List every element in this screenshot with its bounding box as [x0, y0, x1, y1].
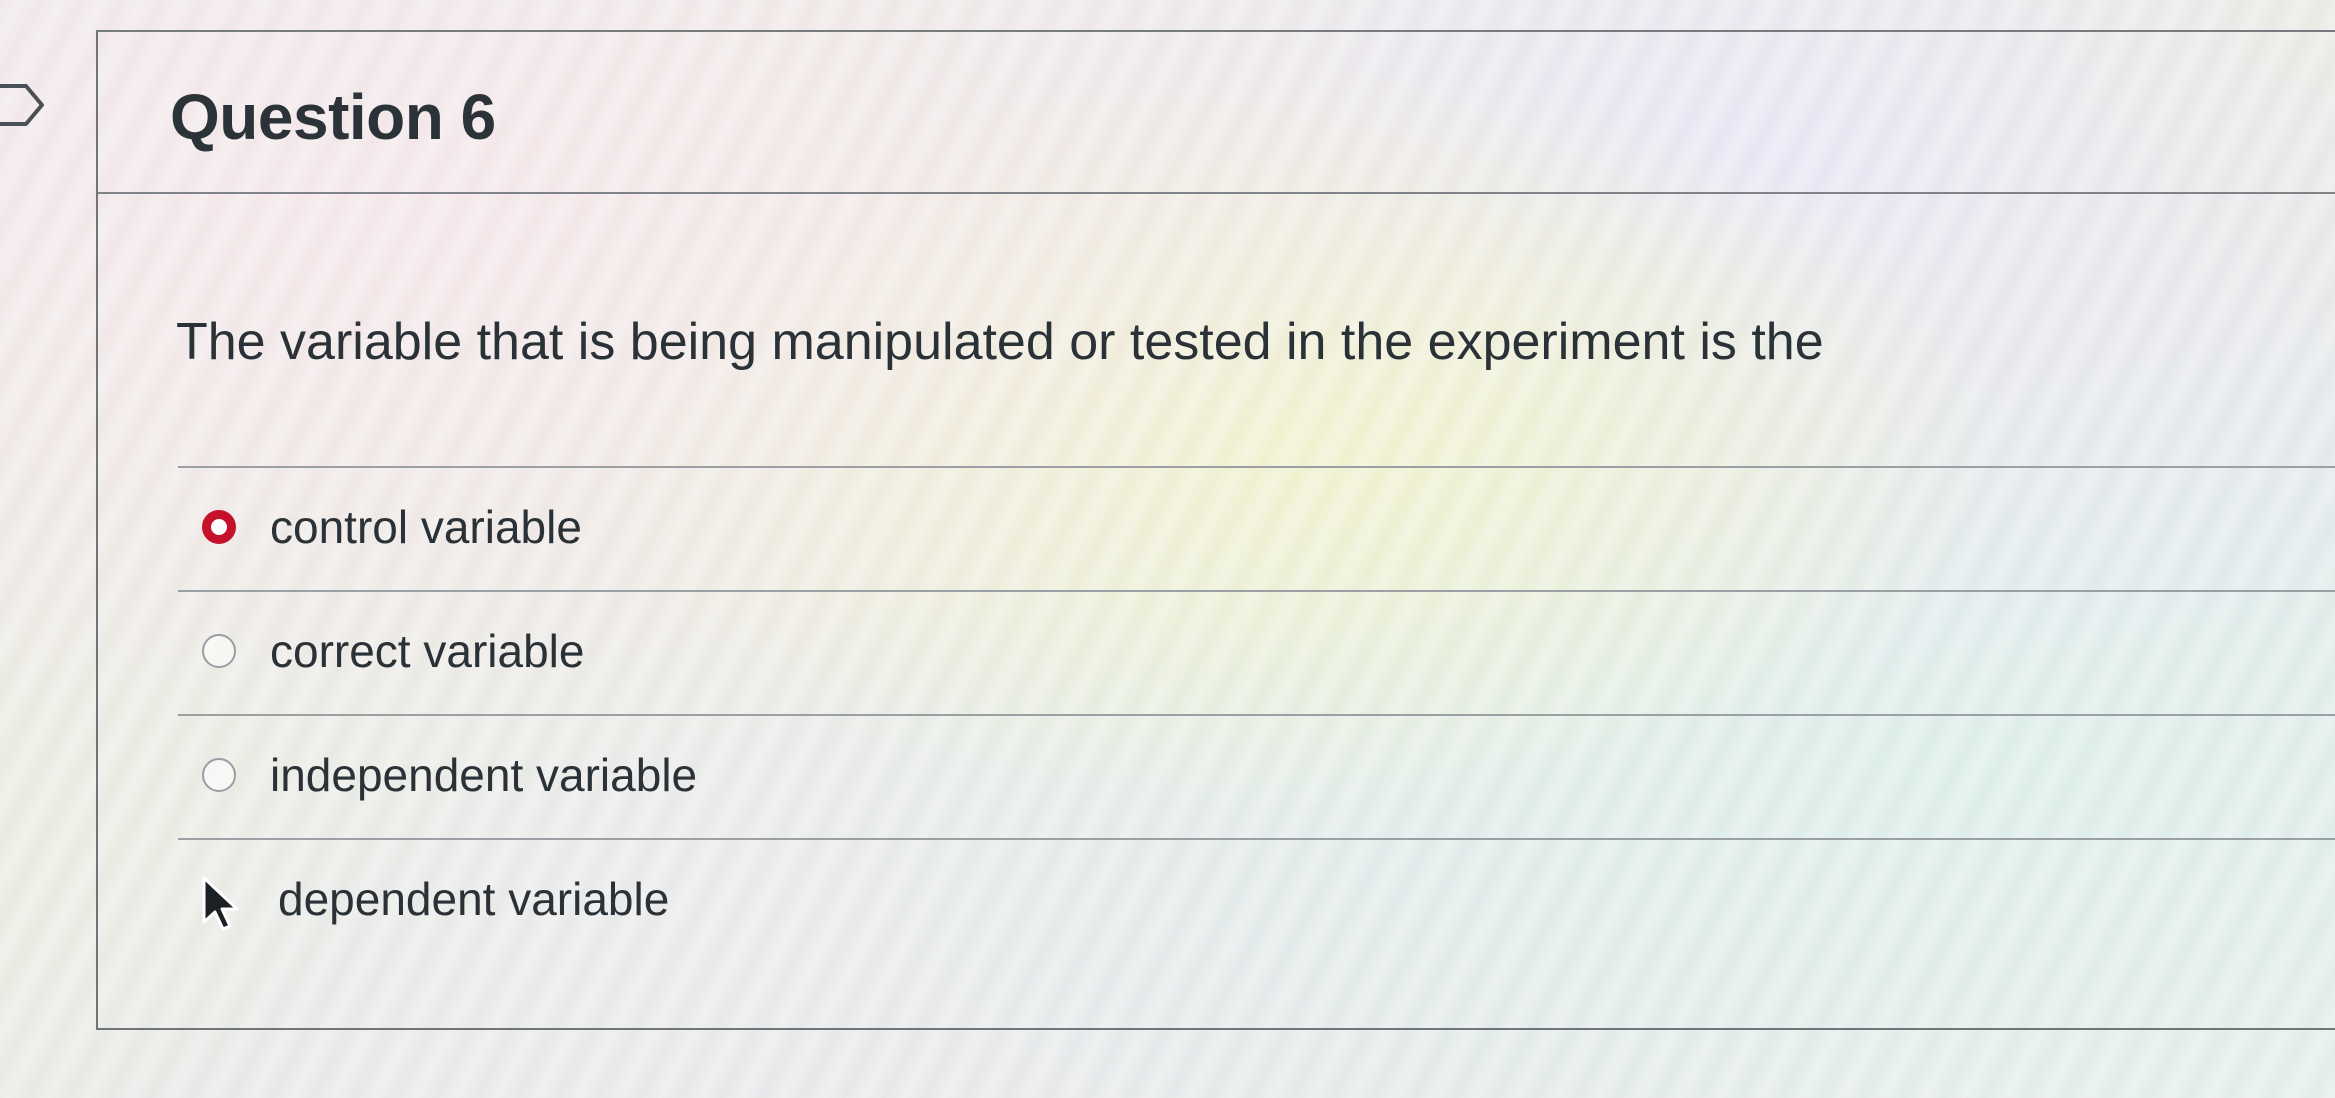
mouse-pointer-icon — [202, 876, 239, 931]
answer-label[interactable]: control variable — [270, 500, 582, 554]
answer-option-independent-variable[interactable]: independent variable — [178, 714, 2335, 838]
question-container: Question 6 The variable that is being ma… — [96, 30, 2335, 1030]
question-header: Question 6 — [98, 32, 2335, 194]
answer-option-control-variable[interactable]: control variable — [178, 466, 2335, 590]
answer-option-dependent-variable[interactable]: dependent variable — [178, 838, 2335, 962]
answer-list: control variable correct variable indepe… — [178, 466, 2335, 962]
answer-label[interactable]: correct variable — [270, 624, 584, 678]
radio-button-selected[interactable] — [202, 510, 236, 544]
radio-button[interactable] — [202, 758, 236, 792]
question-title: Question 6 — [170, 81, 496, 153]
question-prompt: The variable that is being manipulated o… — [176, 313, 1824, 371]
answer-label[interactable]: dependent variable — [278, 872, 669, 926]
radio-button[interactable] — [202, 634, 236, 668]
answer-label[interactable]: independent variable — [270, 748, 697, 802]
answer-option-correct-variable[interactable]: correct variable — [178, 590, 2335, 714]
question-flag-icon[interactable] — [0, 80, 48, 130]
